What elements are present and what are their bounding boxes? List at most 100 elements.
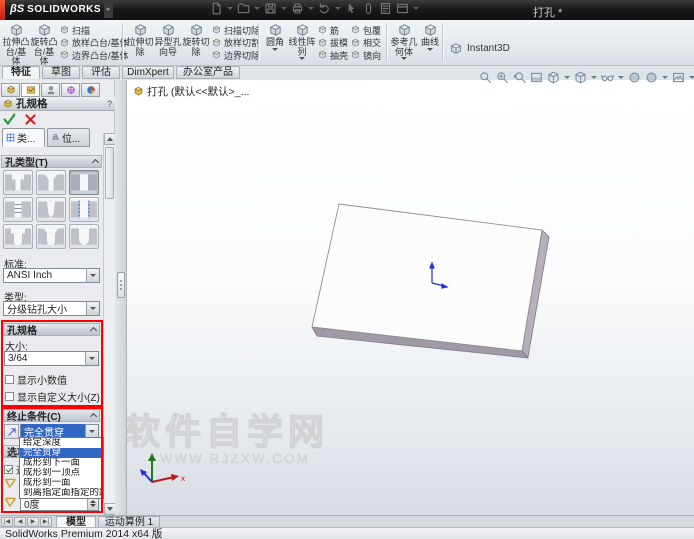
tab-evaluate[interactable]: 评估: [82, 66, 120, 79]
ok-check-icon[interactable]: [3, 113, 16, 126]
hole-type-counterbore-button[interactable]: [3, 170, 33, 195]
help-icon[interactable]: ?: [107, 99, 112, 109]
hole-type-straight-button[interactable]: [69, 170, 99, 195]
display-style-caret[interactable]: [591, 76, 597, 79]
print-caret[interactable]: [308, 7, 314, 10]
last-tab-button[interactable]: ▶|: [40, 517, 52, 527]
print-icon[interactable]: [291, 2, 304, 15]
hole-type-countersink-button[interactable]: [36, 170, 66, 195]
prev-tab-button[interactable]: ◀: [14, 517, 26, 527]
tab-features[interactable]: 特征: [2, 66, 40, 79]
next-tab-button[interactable]: ▶: [27, 517, 39, 527]
zoom-area-icon[interactable]: [496, 71, 509, 84]
menu-expand-arrow[interactable]: ▸: [104, 2, 113, 18]
save-caret[interactable]: [281, 7, 287, 10]
view-orientation-icon[interactable]: [547, 71, 560, 84]
dropdown-option[interactable]: 到离指定面指定的距离: [20, 488, 103, 498]
fillet-caret[interactable]: [272, 47, 278, 51]
checkbox-box[interactable]: [4, 465, 13, 474]
display-style-icon[interactable]: [574, 71, 587, 84]
sweep-button[interactable]: 扫描: [59, 24, 129, 36]
new-file-icon[interactable]: [210, 2, 223, 15]
viewport-canvas[interactable]: 软件自学网 WWW.RJZXW.COM x 打孔 (默认<<默认>_...: [123, 71, 694, 515]
panel-splitter[interactable]: [115, 80, 127, 515]
rebuild-icon[interactable]: [362, 2, 375, 15]
dropdown-option[interactable]: 成形到一面: [20, 478, 103, 488]
zoom-previous-icon[interactable]: [513, 71, 526, 84]
rib-button[interactable]: 筋: [317, 24, 348, 36]
wrap-button[interactable]: 包覆: [350, 24, 381, 36]
cut-extrude-button[interactable]: 拉伸切 除: [126, 21, 154, 64]
hole-type-countersink-slot-button[interactable]: [36, 224, 66, 249]
hole-type-tapped-button[interactable]: [3, 197, 33, 222]
sweep-cut-button[interactable]: 扫描切除: [211, 24, 260, 36]
section-view-icon[interactable]: [530, 71, 543, 84]
panel-scrollbar[interactable]: [103, 133, 116, 515]
hole-type-combo[interactable]: 分级钻孔大小: [3, 301, 100, 316]
loft-button[interactable]: 放样凸台/基体: [59, 37, 129, 49]
revolve-boss-button[interactable]: 旋转凸 台/基 体: [30, 21, 58, 66]
hole-type-counterbore-slot-button[interactable]: [3, 224, 33, 249]
scrollbar-thumb[interactable]: [105, 147, 114, 199]
reference-geometry-button[interactable]: 参考几 何体: [390, 21, 418, 64]
hole-type-legacy-button[interactable]: [69, 197, 99, 222]
first-tab-button[interactable]: |◀: [1, 517, 13, 527]
linear-pattern-caret[interactable]: [299, 57, 305, 60]
options-icon[interactable]: [396, 2, 409, 15]
mirror-button[interactable]: 镜向: [350, 49, 381, 61]
tab-dimxpert-manager[interactable]: [61, 83, 80, 97]
tab-office-products[interactable]: 办公室产品: [176, 66, 240, 79]
curves-caret[interactable]: [427, 47, 433, 51]
tab-display-manager[interactable]: [81, 83, 100, 97]
shell-button[interactable]: 抽壳: [317, 49, 348, 61]
checkbox-box[interactable]: [5, 392, 14, 401]
scene-icon[interactable]: [645, 71, 658, 84]
hole-type-pipe-tap-button[interactable]: [36, 197, 66, 222]
flyout-feature-tree[interactable]: 打孔 (默认<<默认>_...: [133, 84, 249, 99]
hole-type-section-header[interactable]: 孔类型(T): [1, 155, 102, 169]
dropdown-option[interactable]: 成形到下一面: [20, 458, 103, 468]
appearance-icon[interactable]: [628, 71, 641, 84]
hide-show-items-icon[interactable]: [601, 71, 614, 84]
dropdown-option-selected[interactable]: 完全贯穿: [20, 448, 103, 458]
file-properties-icon[interactable]: [379, 2, 392, 15]
show-custom-size-checkbox[interactable]: 显示自定义大小(Z): [5, 389, 100, 404]
boundary-boss-button[interactable]: 边界凸台/基体: [59, 49, 129, 61]
standard-combo[interactable]: ANSI Inch: [3, 268, 100, 283]
draft-button[interactable]: 拔模: [317, 37, 348, 49]
undo-icon[interactable]: [318, 2, 331, 15]
loft-cut-button[interactable]: 放样切割: [211, 37, 260, 49]
reference-geometry-caret[interactable]: [401, 57, 407, 60]
show-decimal-checkbox[interactable]: 显示小数值: [5, 372, 67, 387]
hole-spec-section-header[interactable]: 孔规格: [3, 323, 100, 337]
save-icon[interactable]: [264, 2, 277, 15]
undo-caret[interactable]: [335, 7, 341, 10]
view-settings-icon[interactable]: [672, 71, 685, 84]
tab-dimxpert[interactable]: DimXpert: [122, 66, 174, 79]
zoom-fit-icon[interactable]: [479, 71, 492, 84]
end-condition-section-header[interactable]: 终止条件(C): [3, 409, 100, 423]
scene-caret[interactable]: [662, 76, 668, 79]
cut-revolve-button[interactable]: 旋转切 除: [182, 21, 210, 64]
linear-pattern-button[interactable]: 线性阵 列: [288, 21, 316, 64]
splitter-handle[interactable]: [117, 272, 125, 298]
standard-combo-caret[interactable]: [86, 269, 99, 282]
tab-property-manager[interactable]: [21, 83, 40, 97]
cancel-x-icon[interactable]: [24, 113, 37, 126]
dropdown-option[interactable]: 成形到一顶点: [20, 468, 103, 478]
hole-size-combo[interactable]: 3/64: [4, 351, 99, 366]
tab-hole-position[interactable]: 位...: [47, 128, 90, 147]
tab-feature-tree[interactable]: [1, 83, 20, 97]
depth-direction-button[interactable]: [4, 424, 19, 439]
tab-sketch[interactable]: 草图: [42, 66, 80, 79]
view-settings-caret[interactable]: [689, 76, 694, 79]
hole-wizard-button[interactable]: 异型孔 向导: [154, 21, 182, 64]
tab-configuration-manager[interactable]: [41, 83, 60, 97]
intersect-button[interactable]: 相交: [350, 37, 381, 49]
boss-extrude-button[interactable]: 拉伸凸 台/基 体: [2, 21, 30, 66]
options-caret[interactable]: [413, 7, 419, 10]
boundary-cut-button[interactable]: 边界切除: [211, 49, 260, 61]
curves-button[interactable]: 曲线: [418, 21, 442, 64]
view-orientation-caret[interactable]: [564, 76, 570, 79]
hole-type-straight-slot-button[interactable]: [69, 224, 99, 249]
